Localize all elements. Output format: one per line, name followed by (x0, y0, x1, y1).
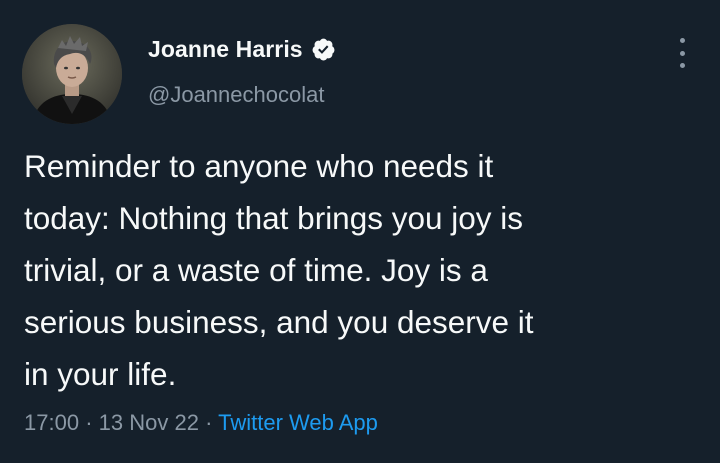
verified-badge-icon (312, 38, 335, 61)
tweet-line: serious business, and you deserve it (24, 304, 534, 340)
avatar[interactable] (22, 24, 122, 124)
tweet-date[interactable]: 13 Nov 22 (99, 410, 199, 435)
tweet-time[interactable]: 17:00 (24, 410, 79, 435)
profile-photo-icon (22, 24, 122, 124)
more-dot (679, 38, 685, 43)
tweet-card: Joanne Harris @Joannechocolat Reminder t… (0, 0, 720, 463)
more-dot (679, 63, 685, 68)
tweet-text: Reminder to anyone who needs it today: N… (24, 140, 704, 400)
tweet-line: Reminder to anyone who needs it (24, 148, 494, 184)
display-name[interactable]: Joanne Harris (148, 36, 303, 63)
meta-separator: · (205, 410, 213, 435)
tweet-line: today: Nothing that brings you joy is (24, 200, 524, 236)
meta-separator: · (85, 410, 93, 435)
tweet-line: trivial, or a waste of time. Joy is a (24, 252, 488, 288)
author-handle[interactable]: @Joannechocolat (148, 82, 324, 108)
tweet-line: in your life. (24, 356, 177, 392)
tweet-source-link[interactable]: Twitter Web App (218, 410, 378, 435)
author-name-row: Joanne Harris (148, 36, 336, 63)
tweet-metadata: 17:00 · 13 Nov 22 · Twitter Web App (24, 410, 378, 436)
more-options-icon[interactable] (672, 38, 692, 68)
more-dot (679, 50, 685, 56)
